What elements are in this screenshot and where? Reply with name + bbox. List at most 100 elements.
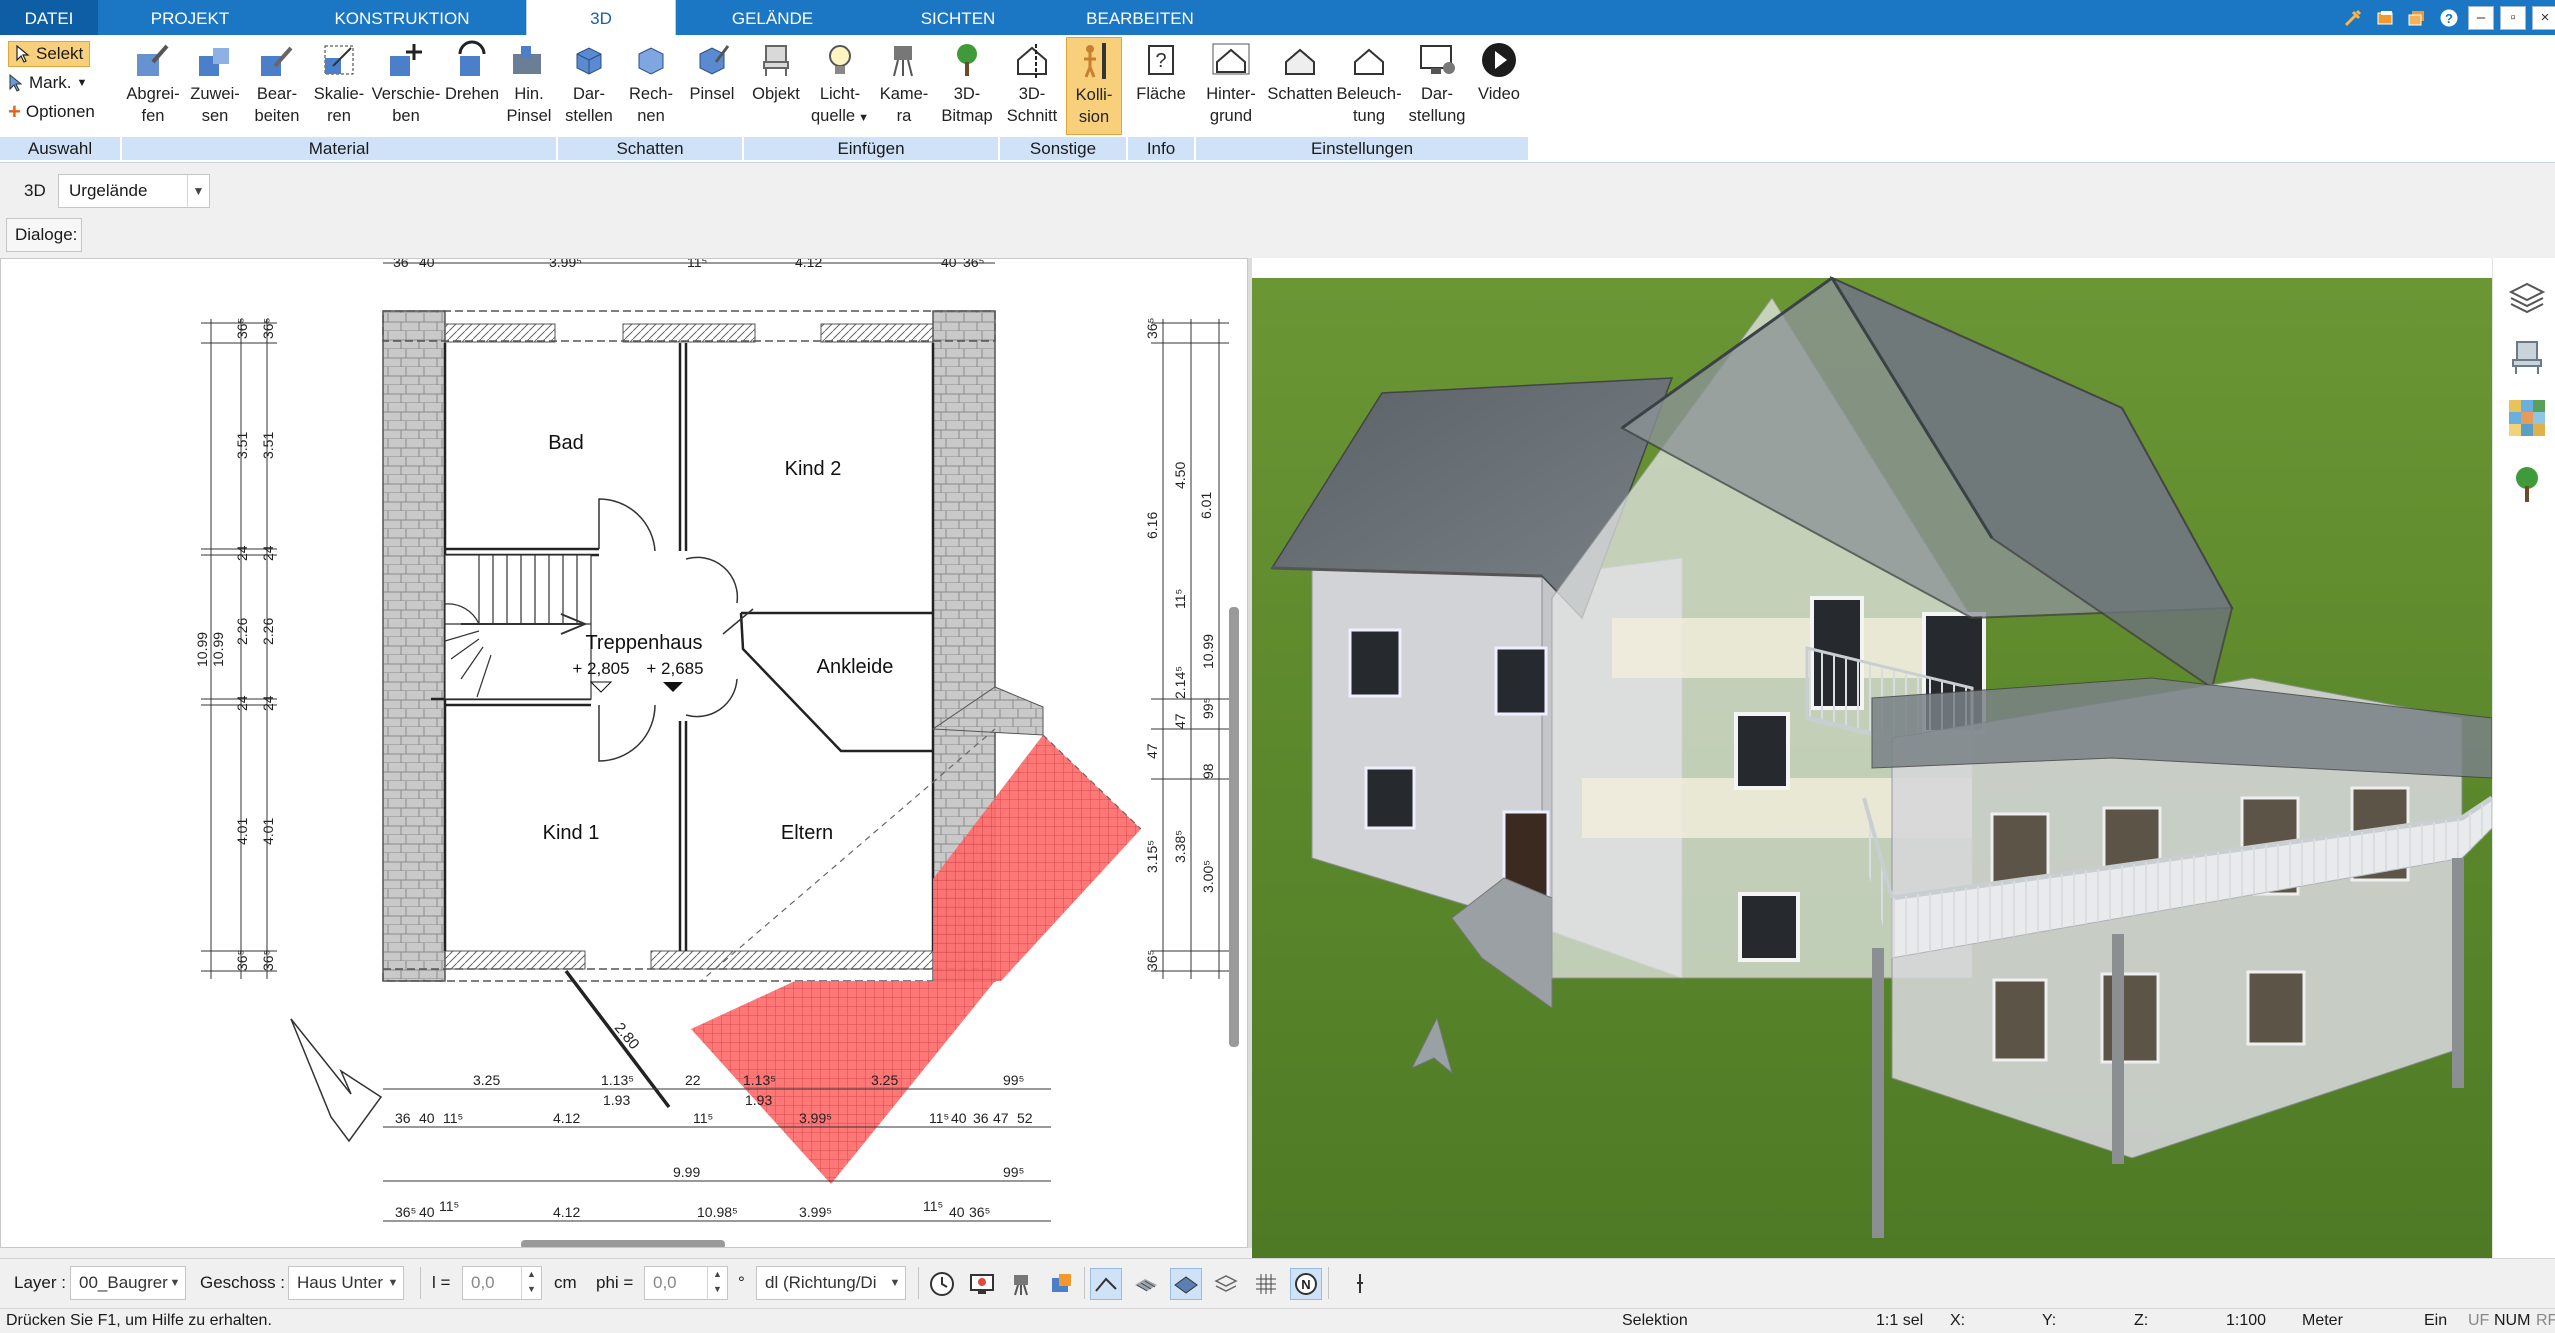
optionen-label: Optionen (25, 102, 95, 121)
chevron-down-icon[interactable]: ▼ (885, 1267, 905, 1299)
chevron-down-icon[interactable]: ▼ (187, 175, 209, 207)
length-input-value: 0,0 (471, 1273, 495, 1292)
tab-projekt[interactable]: PROJEKT (100, 0, 280, 35)
drehen-label-1: Drehen (444, 85, 500, 103)
materials-palette-icon[interactable] (2507, 398, 2547, 438)
lichtquelle-button[interactable]: Licht- quelle ▼ (808, 37, 872, 135)
dim-b2-10: 52 (1017, 1110, 1033, 1126)
objekt-button[interactable]: Objekt (744, 37, 808, 135)
mark-button[interactable]: Mark. ▼ (8, 70, 87, 96)
dim-right-8: 47 (1144, 743, 1160, 759)
more-options-icon[interactable] (1344, 1268, 1376, 1300)
dim-left-total-0: 10.99 (194, 632, 210, 667)
screen-capture-icon[interactable] (966, 1268, 998, 1300)
layers-stack-icon[interactable] (1210, 1268, 1242, 1300)
verschieben-button[interactable]: Verschie- ben (370, 37, 442, 135)
selekt-button[interactable]: Selekt (8, 41, 91, 67)
help-icon[interactable]: ? (2436, 6, 2462, 30)
hin-pinsel-button[interactable]: Hin. Pinsel (502, 37, 556, 135)
video-button[interactable]: Video (1470, 37, 1528, 135)
layer-select-value: 00_Baugrer (79, 1273, 168, 1292)
hin-pinsel-label-2: Pinsel (506, 107, 552, 125)
layer-select[interactable]: 00_Baugrer ▼ (70, 1266, 186, 1300)
status-rf: RF (2536, 1312, 2555, 1329)
camera-tripod-icon[interactable] (1006, 1268, 1038, 1300)
3d-bitmap-button[interactable]: 3D- Bitmap (936, 37, 998, 135)
floor-plan-canvas[interactable]: 2.80 Bad Kind 2 Treppenhaus + 2,805 + 2,… (1, 259, 1248, 1248)
chevron-down-icon[interactable]: ▼ (165, 1267, 185, 1299)
length-input[interactable]: 0,0 ▲ ▼ (462, 1266, 542, 1300)
plan-horizontal-scrollbar[interactable] (521, 1240, 725, 1248)
spin-arrows-icon[interactable]: ▲ ▼ (707, 1267, 727, 1299)
dim-top-6: 36⁵ (963, 259, 984, 270)
dim-b2-6: 11⁵ (929, 1110, 949, 1126)
house-background-icon (1196, 37, 1266, 83)
close-button[interactable]: × (2532, 5, 2555, 30)
shadow-brush-icon (682, 37, 742, 83)
tab-3d[interactable]: 3D (526, 0, 676, 35)
geschoss-select[interactable]: Haus Unter ▼ (288, 1266, 404, 1300)
window-arrange-icon[interactable] (2372, 6, 2398, 30)
kamera-button[interactable]: Kame- ra (872, 37, 936, 135)
minimize-button[interactable]: – (2468, 5, 2494, 30)
3d-schnitt-button[interactable]: 3D- Schnitt (1000, 37, 1064, 135)
tab-sichten[interactable]: SICHTEN (868, 0, 1048, 35)
tab-gelaende[interactable]: GELÄNDE (680, 0, 865, 35)
optionen-button[interactable]: + Optionen (8, 99, 95, 125)
tab-konstruktion[interactable]: KONSTRUKTION (282, 0, 522, 35)
plan-vertical-scrollbar[interactable] (1229, 607, 1239, 1047)
cube-shadow-icon (558, 37, 620, 83)
ribbon-tab-bar: DATEI PROJEKT KONSTRUKTION 3D GELÄNDE SI… (0, 0, 2555, 35)
separator (420, 1267, 421, 1299)
chevron-down-icon[interactable]: ▼ (383, 1267, 403, 1299)
hatch-pattern-icon[interactable] (1130, 1268, 1162, 1300)
dim-b2-7: 40 (951, 1110, 967, 1126)
dim-left-inner-2: 24 (260, 545, 276, 561)
darstellung-button[interactable]: Dar- stellung (1404, 37, 1470, 135)
abgreifen-button[interactable]: Abgrei- fen (122, 37, 184, 135)
layers-icon[interactable] (2507, 278, 2547, 318)
tab-datei[interactable]: DATEI (0, 0, 98, 35)
schatten-darstellen-button[interactable]: Dar- stellen (558, 37, 620, 135)
beleuchtung-button[interactable]: Beleuch- tung (1334, 37, 1404, 135)
dl-select[interactable]: dl (Richtung/Di ▼ (756, 1266, 906, 1300)
plants-tree-icon[interactable] (2507, 464, 2547, 504)
dim-b4-7: 40 (949, 1204, 965, 1220)
tools-icon[interactable] (2340, 6, 2366, 30)
restore-button[interactable]: ▫ (2500, 5, 2526, 30)
schatten-pinsel-button[interactable]: Pinsel (682, 37, 742, 135)
dim-right-7: 99⁵ (1200, 698, 1216, 719)
einstellungen-schatten-button[interactable]: Schatten (1266, 37, 1334, 135)
spin-arrows-icon[interactable]: ▲ ▼ (521, 1267, 541, 1299)
length-label: l = (432, 1273, 451, 1292)
3d-view[interactable] (1252, 258, 2492, 1258)
floor-plan-view[interactable]: 2.80 Bad Kind 2 Treppenhaus + 2,805 + 2,… (0, 258, 1248, 1248)
snap-line-icon[interactable] (1090, 1268, 1122, 1300)
flaeche-button[interactable]: ? Fläche (1128, 37, 1194, 135)
dim-left-inner-6: 36⁵ (260, 950, 276, 971)
render-object-icon[interactable] (1046, 1268, 1078, 1300)
hintergrund-button[interactable]: Hinter- grund (1196, 37, 1266, 135)
terrain-select[interactable]: Urgelände ▼ (58, 174, 210, 208)
north-n-icon[interactable]: N (1290, 1268, 1322, 1300)
group-label-schatten: Schatten (558, 137, 742, 160)
3d-schnitt-label-2: Schnitt (1006, 107, 1058, 125)
skalieren-button[interactable]: Skalie- ren (308, 37, 370, 135)
window-cascade-icon[interactable] (2404, 6, 2430, 30)
schatten-rechnen-button[interactable]: Rech- nen (620, 37, 682, 135)
drehen-button[interactable]: Drehen (442, 37, 502, 135)
zuweisen-button[interactable]: Zuwei- sen (184, 37, 246, 135)
group-label-material: Material (122, 137, 556, 160)
kollision-button[interactable]: Kolli- sion (1066, 37, 1122, 135)
plane-surface-icon[interactable] (1170, 1268, 1202, 1300)
house-light-icon (1334, 37, 1404, 83)
grid-icon[interactable] (1250, 1268, 1282, 1300)
clock-icon[interactable] (926, 1268, 958, 1300)
bearbeiten-button[interactable]: Bear- beiten (246, 37, 308, 135)
chevron-down-icon: ▼ (855, 112, 869, 124)
3d-render-canvas[interactable] (1252, 258, 2492, 1258)
abgreifen-label-1: Abgrei- (126, 85, 180, 103)
furniture-icon[interactable] (2507, 338, 2547, 378)
phi-input[interactable]: 0,0 ▲ ▼ (644, 1266, 728, 1300)
tab-bearbeiten[interactable]: BEARBEITEN (1050, 0, 1230, 35)
